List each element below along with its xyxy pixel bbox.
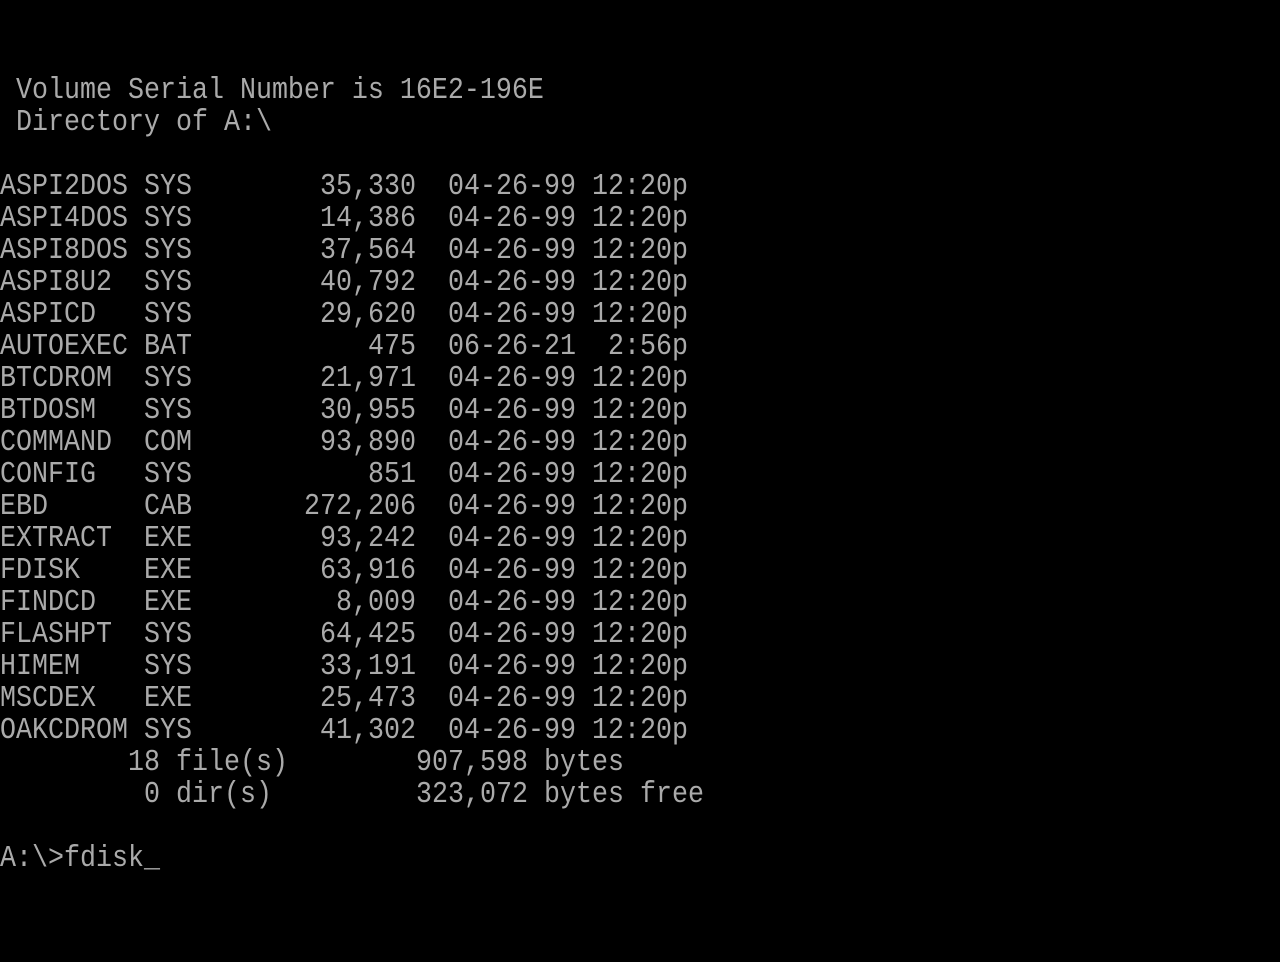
file-row: FLASHPT SYS 64,425 04-26-99 12:20p: [0, 618, 1280, 653]
directory-line: Directory of A:\: [0, 105, 1280, 141]
file-row: ASPI8DOS SYS 37,564 04-26-99 12:20p: [0, 234, 1280, 269]
file-size: 41,302: [320, 713, 416, 749]
file-row: COMMAND COM 93,890 04-26-99 12:20p: [0, 426, 1280, 461]
file-row: ASPI8U2 SYS 40,792 04-26-99 12:20p: [0, 266, 1280, 301]
file-row: HIMEM SYS 33,191 04-26-99 12:20p: [0, 650, 1280, 685]
file-row: FINDCD EXE 8,009 04-26-99 12:20p: [0, 586, 1280, 621]
file-row: MSCDEX EXE 25,473 04-26-99 12:20p: [0, 682, 1280, 717]
directory-of: Directory of A:\: [0, 105, 272, 141]
file-row: FDISK EXE 63,916 04-26-99 12:20p: [0, 554, 1280, 589]
files-summary: 18 file(s) 907,598 bytes: [0, 746, 1280, 781]
free-bytes: 323,072 bytes free: [416, 777, 704, 813]
file-row: ASPI4DOS SYS 14,386 04-26-99 12:20p: [0, 202, 1280, 237]
dirs-count: 0 dir(s): [144, 777, 272, 813]
file-row: EBD CAB 272,206 04-26-99 12:20p: [0, 490, 1280, 525]
text-cursor: _: [144, 841, 160, 877]
dos-console[interactable]: Volume Serial Number is 16E2-196E Direct…: [0, 11, 1280, 878]
file-row: BTDOSM SYS 30,955 04-26-99 12:20p: [0, 394, 1280, 429]
file-row: ASPI2DOS SYS 35,330 04-26-99 12:20p: [0, 170, 1280, 205]
file-row: OAKCDROM SYS 41,302 04-26-99 12:20p: [0, 713, 1280, 749]
command-prompt[interactable]: A:\> fdisk _: [0, 841, 1280, 878]
file-list: ASPI2DOS SYS 35,330 04-26-99 12:20p ASPI4DOS S…: [0, 170, 1280, 749]
dirs-summary: 0 dir(s) 323,072 bytes free: [0, 777, 1280, 813]
file-row: AUTOEXEC BAT 475 06-26-21 2:56p: [0, 330, 1280, 365]
file-row: ASPICD SYS 29,620 04-26-99 12:20p: [0, 298, 1280, 333]
prompt-path: A:\>: [0, 841, 64, 877]
file-name: OAKCDROM: [0, 713, 128, 749]
volume-serial-line: Volume Serial Number is 16E2-196E: [0, 74, 1280, 109]
file-row: EXTRACT EXE 93,242 04-26-99 12:20p: [0, 522, 1280, 557]
command-input[interactable]: fdisk: [64, 841, 144, 878]
file-row: BTCDROM SYS 21,971 04-26-99 12:20p: [0, 362, 1280, 397]
file-row: CONFIG SYS 851 04-26-99 12:20p: [0, 458, 1280, 493]
